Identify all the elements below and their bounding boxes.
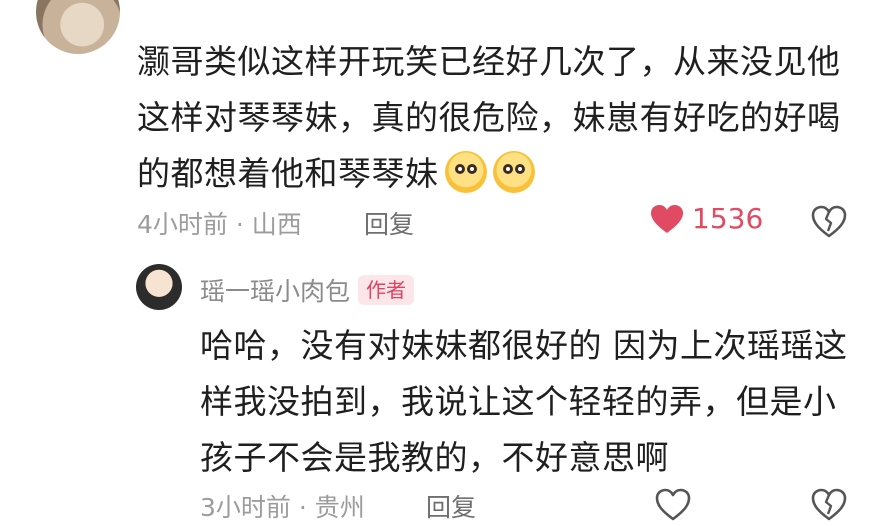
reply-reply-button[interactable]: 回复	[426, 488, 476, 524]
author-avatar[interactable]	[136, 264, 182, 310]
like-button[interactable]: 1536	[650, 202, 763, 235]
pleading-face-emoji-icon	[444, 151, 487, 193]
comment-body: 灏哥类似这样开玩笑已经好几次了，从来没见他 这样对琴琴妹，真的很危险，妹崽有好吃…	[137, 34, 857, 202]
reply-button[interactable]: 回复	[364, 205, 414, 241]
author-name[interactable]: 瑶一瑶小肉包	[200, 272, 350, 308]
reply-line-1: 哈哈，没有对妹妹都很好的 因为上次瑶瑶这	[200, 326, 848, 365]
reply-line-3: 孩子不会是我教的，不好意思啊	[200, 438, 669, 477]
author-badge: 作者	[358, 275, 415, 305]
heart-filled-icon	[651, 204, 683, 233]
comment-time-location: 4小时前 · 山西	[137, 210, 302, 239]
like-count: 1536	[692, 202, 764, 235]
comment-line-3-text: 的都想着他和琴琴妹	[137, 154, 439, 193]
comment-line-1: 灏哥类似这样开玩笑已经好几次了，从来没见他	[137, 42, 841, 81]
comment-thread: 灏哥类似这样开玩笑已经好几次了，从来没见他 这样对琴琴妹，真的很危险，妹崽有好吃…	[0, 0, 886, 526]
comment-line-2: 这样对琴琴妹，真的很危险，妹崽有好吃的好喝	[137, 98, 841, 137]
reply-time-location: 3小时前 · 贵州	[200, 493, 365, 522]
pleading-face-emoji-icon	[492, 151, 535, 193]
heart-outline-icon[interactable]	[654, 487, 692, 521]
broken-heart-icon[interactable]	[810, 487, 848, 521]
broken-heart-icon[interactable]	[810, 204, 848, 238]
reply-body: 哈哈，没有对妹妹都很好的 因为上次瑶瑶这 样我没拍到，我说让这个轻轻的弄，但是小…	[200, 318, 860, 486]
reply-author: 瑶一瑶小肉包 作者	[200, 272, 415, 308]
comment-line-3: 的都想着他和琴琴妹	[137, 146, 857, 202]
reply-line-2: 样我没拍到，我说让这个轻轻的弄，但是小	[200, 382, 837, 421]
commenter-avatar[interactable]	[36, 0, 120, 54]
comment-meta: 4小时前 · 山西	[137, 205, 302, 241]
